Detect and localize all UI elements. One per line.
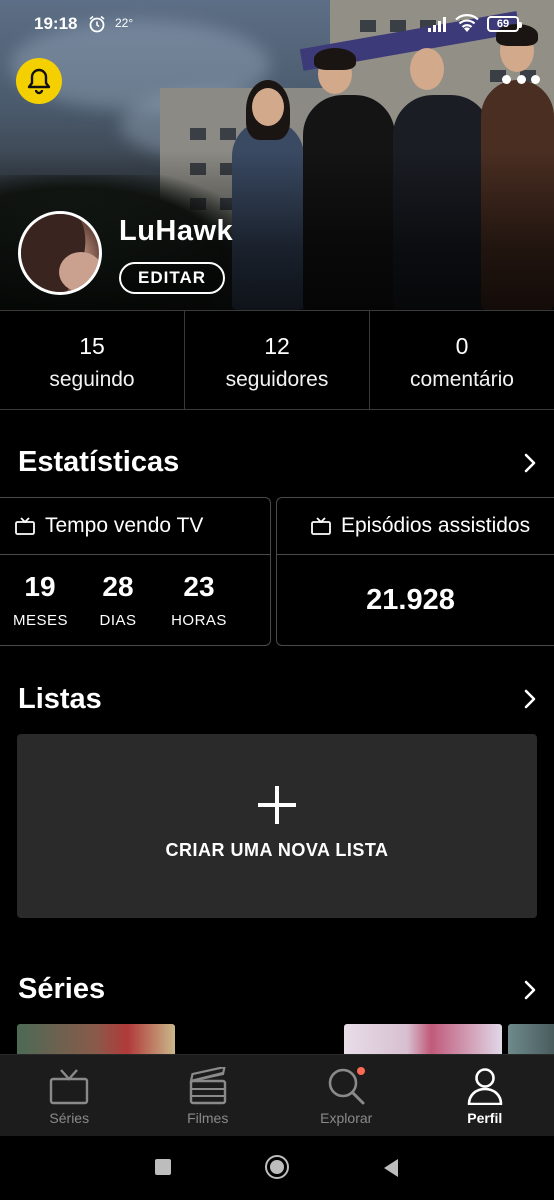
tv-time-unit: DIAS bbox=[99, 612, 137, 629]
tv-time-card[interactable]: Tempo vendo TV 19 MESES 28 DIAS 23 HORAS bbox=[0, 497, 271, 646]
nav-label: Filmes bbox=[187, 1110, 229, 1126]
edit-profile-button[interactable]: EDITAR bbox=[119, 262, 225, 294]
alarm-icon bbox=[89, 15, 105, 33]
chevron-right-icon[interactable] bbox=[522, 688, 538, 710]
status-bar: 19:18 22° 69 bbox=[0, 0, 554, 50]
more-dot-icon bbox=[502, 74, 511, 84]
home-button[interactable] bbox=[265, 1155, 289, 1179]
tv-time-unit: MESES bbox=[13, 612, 69, 629]
tv-time-unit: HORAS bbox=[171, 612, 227, 629]
person-icon bbox=[467, 1068, 503, 1105]
profile-username: LuHawk bbox=[119, 215, 234, 247]
clapperboard-icon bbox=[189, 1067, 226, 1105]
stat-comments[interactable]: 0 comentário bbox=[370, 311, 554, 409]
tv-time-months: 19 MESES bbox=[13, 570, 69, 629]
series-poster[interactable] bbox=[344, 1024, 502, 1054]
profile-stats: 15 seguindo 12 seguidores 0 comentário bbox=[0, 310, 554, 410]
plus-icon bbox=[258, 786, 296, 824]
tv-time-value: 28 bbox=[102, 571, 134, 602]
nav-label: Explorar bbox=[320, 1110, 373, 1126]
stat-value: 0 bbox=[455, 333, 469, 359]
stat-label: comentário bbox=[410, 368, 514, 391]
chevron-right-icon[interactable] bbox=[522, 452, 538, 474]
wifi-icon bbox=[455, 14, 479, 32]
nav-profile[interactable]: Perfil bbox=[416, 1055, 554, 1136]
stat-value: 15 bbox=[79, 333, 105, 359]
signal-icon bbox=[428, 17, 446, 32]
nav-label: Perfil bbox=[467, 1110, 503, 1126]
more-dot-icon bbox=[516, 74, 526, 84]
series-poster[interactable] bbox=[17, 1024, 175, 1054]
tv-time-title: Tempo vendo TV bbox=[45, 514, 204, 537]
notification-dot bbox=[357, 1067, 365, 1075]
series-poster[interactable] bbox=[508, 1024, 554, 1054]
tv-time-days: 28 DIAS bbox=[93, 570, 143, 629]
back-button[interactable] bbox=[382, 1158, 400, 1178]
bell-icon bbox=[27, 68, 51, 95]
lists-title: Listas bbox=[18, 683, 102, 715]
nav-label: Séries bbox=[49, 1110, 90, 1126]
status-temperature: 22° bbox=[115, 16, 134, 30]
create-list-button[interactable]: CRIAR UMA NOVA LISTA bbox=[17, 734, 537, 918]
tv-icon bbox=[311, 517, 331, 535]
episodes-watched-card[interactable]: Episódios assistidos 21.928 bbox=[276, 497, 554, 646]
more-dot-icon bbox=[531, 74, 540, 84]
avatar[interactable] bbox=[18, 211, 102, 295]
nav-movies[interactable]: Filmes bbox=[139, 1055, 278, 1136]
tv-time-value: 23 bbox=[183, 571, 215, 602]
nav-series[interactable]: Séries bbox=[0, 1055, 139, 1136]
episodes-title: Episódios assistidos bbox=[341, 514, 531, 537]
create-list-label: CRIAR UMA NOVA LISTA bbox=[165, 840, 389, 860]
stat-label: seguidores bbox=[225, 368, 329, 391]
tv-icon bbox=[50, 1069, 89, 1105]
statistics-title: Estatísticas bbox=[18, 446, 180, 478]
episodes-count: 21.928 bbox=[366, 584, 455, 616]
stat-followers[interactable]: 12 seguidores bbox=[185, 311, 370, 409]
tv-time-value: 19 bbox=[24, 571, 56, 602]
system-navigation-bar bbox=[0, 1136, 554, 1200]
stat-value: 12 bbox=[264, 333, 290, 359]
more-options-button[interactable] bbox=[502, 72, 540, 86]
tv-icon bbox=[15, 517, 35, 535]
recents-button[interactable] bbox=[155, 1159, 171, 1175]
notifications-button[interactable] bbox=[16, 58, 62, 104]
tv-time-hours: 23 HORAS bbox=[169, 570, 229, 629]
stat-following[interactable]: 15 seguindo bbox=[0, 311, 185, 409]
status-time: 19:18 bbox=[34, 14, 78, 33]
series-title: Séries bbox=[18, 973, 106, 1005]
nav-explore[interactable]: Explorar bbox=[277, 1055, 416, 1136]
chevron-right-icon[interactable] bbox=[522, 979, 538, 1001]
stat-label: seguindo bbox=[49, 368, 135, 391]
bottom-navigation: Séries Filmes Explorar Perfil bbox=[0, 1054, 554, 1136]
battery-indicator: 69 bbox=[487, 16, 522, 32]
